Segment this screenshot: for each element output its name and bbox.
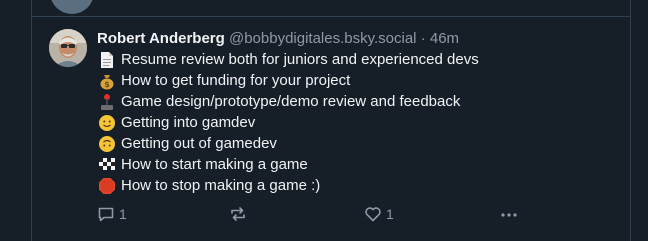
post-body: Resume review both for juniors and exper… [97, 49, 620, 196]
previous-post-fragment [32, 0, 630, 16]
heart-icon [365, 207, 381, 222]
separator-dot: · [420, 30, 426, 47]
upside-down-face-icon [97, 135, 117, 153]
reply-button[interactable]: 1 [97, 205, 127, 223]
post-card[interactable]: Robert Anderberg @bobbydigitales.bsky.so… [32, 17, 630, 241]
money-bag-icon: $ [97, 72, 117, 90]
post-line: How to stop making a game :) [97, 175, 620, 196]
more-dots-icon [501, 213, 517, 217]
post-line: Game design/prototype/demo review and fe… [97, 91, 620, 112]
post-line-text: How to stop making a game :) [121, 177, 321, 194]
slight-smile-icon [97, 114, 117, 132]
post-line-text: Getting out of gamedev [121, 135, 277, 152]
post-actions: 1 1 [97, 205, 610, 227]
stop-sign-icon [97, 177, 117, 195]
author-name[interactable]: Robert Anderberg [97, 30, 225, 47]
post-line-text: Getting into gamdev [121, 114, 256, 131]
previous-avatar [50, 0, 94, 14]
joystick-icon [97, 93, 117, 111]
feed-column: Robert Anderberg @bobbydigitales.bsky.so… [31, 0, 631, 241]
post-line-text: Game design/prototype/demo review and fe… [121, 93, 461, 110]
more-options-button[interactable] [499, 205, 519, 223]
post-line: Getting out of gamedev [97, 133, 620, 154]
post-line-text: Resume review both for juniors and exper… [121, 51, 479, 68]
repost-icon [231, 207, 245, 221]
post-content: Robert Anderberg @bobbydigitales.bsky.so… [97, 29, 620, 196]
post-header: Robert Anderberg @bobbydigitales.bsky.so… [97, 29, 620, 49]
checkered-flag-icon [97, 156, 117, 174]
like-button[interactable]: 1 [364, 205, 394, 223]
post-line: Getting into gamdev [97, 112, 620, 133]
post-line-text: How to get funding for your project [121, 72, 351, 89]
post-line-text: How to start making a game [121, 156, 308, 173]
post-time[interactable]: 46m [430, 30, 459, 47]
post-line: How to start making a game [97, 154, 620, 175]
post-line: Resume review both for juniors and exper… [97, 49, 620, 70]
reply-count: 1 [119, 206, 127, 222]
avatar[interactable] [49, 29, 87, 67]
author-handle[interactable]: @bobbydigitales.bsky.social [229, 30, 417, 47]
reply-icon [98, 207, 114, 222]
repost-button[interactable] [229, 205, 247, 223]
like-count: 1 [386, 206, 394, 222]
page-icon [97, 51, 117, 69]
svg-text:$: $ [104, 80, 110, 89]
post-line: $ How to get funding for your project [97, 70, 620, 91]
avatar-photo [49, 29, 87, 67]
